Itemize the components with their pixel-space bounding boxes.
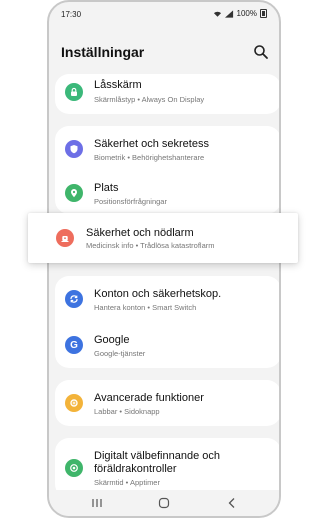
setting-google[interactable]: G Google Google-tjänster — [55, 322, 279, 366]
setting-subtitle: Labbar • Sidoknapp — [94, 407, 160, 416]
page-title: Inställningar — [61, 44, 145, 60]
setting-title-line2: föräldrakontroller — [94, 463, 177, 475]
google-icon: G — [65, 336, 83, 354]
setting-digital-wellbeing[interactable]: Digitalt välbefinnande och föräldrakontr… — [55, 438, 279, 498]
setting-title: Låsskärm — [94, 79, 142, 91]
setting-subtitle: Positionsförfrågningar — [94, 197, 167, 206]
sync-icon — [65, 290, 83, 308]
setting-title: Konton och säkerhetskop. — [94, 288, 222, 300]
recents-icon[interactable] — [91, 497, 103, 509]
wellbeing-icon — [65, 459, 83, 477]
setting-title: Säkerhet och sekretess — [94, 138, 209, 150]
setting-subtitle: Skärmlåstyp • Always On Display — [94, 95, 205, 104]
header: Inställningar — [49, 24, 279, 74]
search-icon[interactable] — [253, 44, 269, 60]
setting-advanced-features[interactable]: Avancerade funktioner Labbar • Sidoknapp — [55, 380, 279, 424]
setting-subtitle: Skärmtid • Apptimer — [94, 478, 160, 487]
battery-icon — [260, 9, 267, 18]
setting-location[interactable]: Plats Positionsförfrågningar — [55, 170, 279, 214]
setting-title-line1: Digitalt välbefinnande och — [94, 450, 220, 462]
battery-percent: 100% — [236, 9, 257, 18]
status-icons: 100% — [213, 9, 267, 18]
lock-icon — [65, 83, 83, 101]
wifi-icon — [213, 11, 221, 17]
setting-accounts-backup[interactable]: Konton och säkerhetskop. Hantera konton … — [55, 276, 279, 320]
shield-icon — [65, 140, 83, 158]
setting-title: Google — [94, 334, 130, 346]
setting-subtitle: Medicinsk info • Trådlösa katastroflarm — [86, 241, 215, 250]
setting-security-privacy[interactable]: Säkerhet och sekretess Biometrik • Behör… — [55, 126, 279, 170]
settings-card-lock: Låsskärm Skärmlåstyp • Always On Display — [55, 74, 279, 114]
settings-card-advanced: Avancerade funktioner Labbar • Sidoknapp — [55, 380, 279, 426]
setting-lock-screen[interactable]: Låsskärm Skärmlåstyp • Always On Display — [55, 74, 279, 114]
settings-card-wellbeing: Digitalt välbefinnande och föräldrakontr… — [55, 438, 279, 498]
setting-title: Avancerade funktioner — [94, 392, 204, 404]
status-time: 17:30 — [61, 10, 82, 19]
navigation-bar — [49, 490, 279, 516]
settings-card-accounts: Konton och säkerhetskop. Hantera konton … — [55, 276, 279, 368]
emergency-icon — [56, 229, 74, 247]
setting-subtitle: Google-tjänster — [94, 349, 146, 358]
status-bar: 17:30 100% — [49, 2, 279, 24]
gear-plus-icon — [65, 394, 83, 412]
setting-title: Plats — [94, 182, 119, 194]
setting-title: Säkerhet och nödlarm — [86, 227, 194, 239]
back-icon[interactable] — [226, 497, 238, 509]
setting-subtitle: Hantera konton • Smart Switch — [94, 303, 197, 312]
home-icon[interactable] — [158, 497, 170, 509]
setting-safety-emergency[interactable]: Säkerhet och nödlarm Medicinsk info • Tr… — [28, 213, 298, 263]
signal-icon — [224, 9, 233, 18]
location-pin-icon — [65, 184, 83, 202]
settings-card-security: Säkerhet och sekretess Biometrik • Behör… — [55, 126, 279, 214]
setting-subtitle: Biometrik • Behörighetshanterare — [94, 153, 205, 162]
